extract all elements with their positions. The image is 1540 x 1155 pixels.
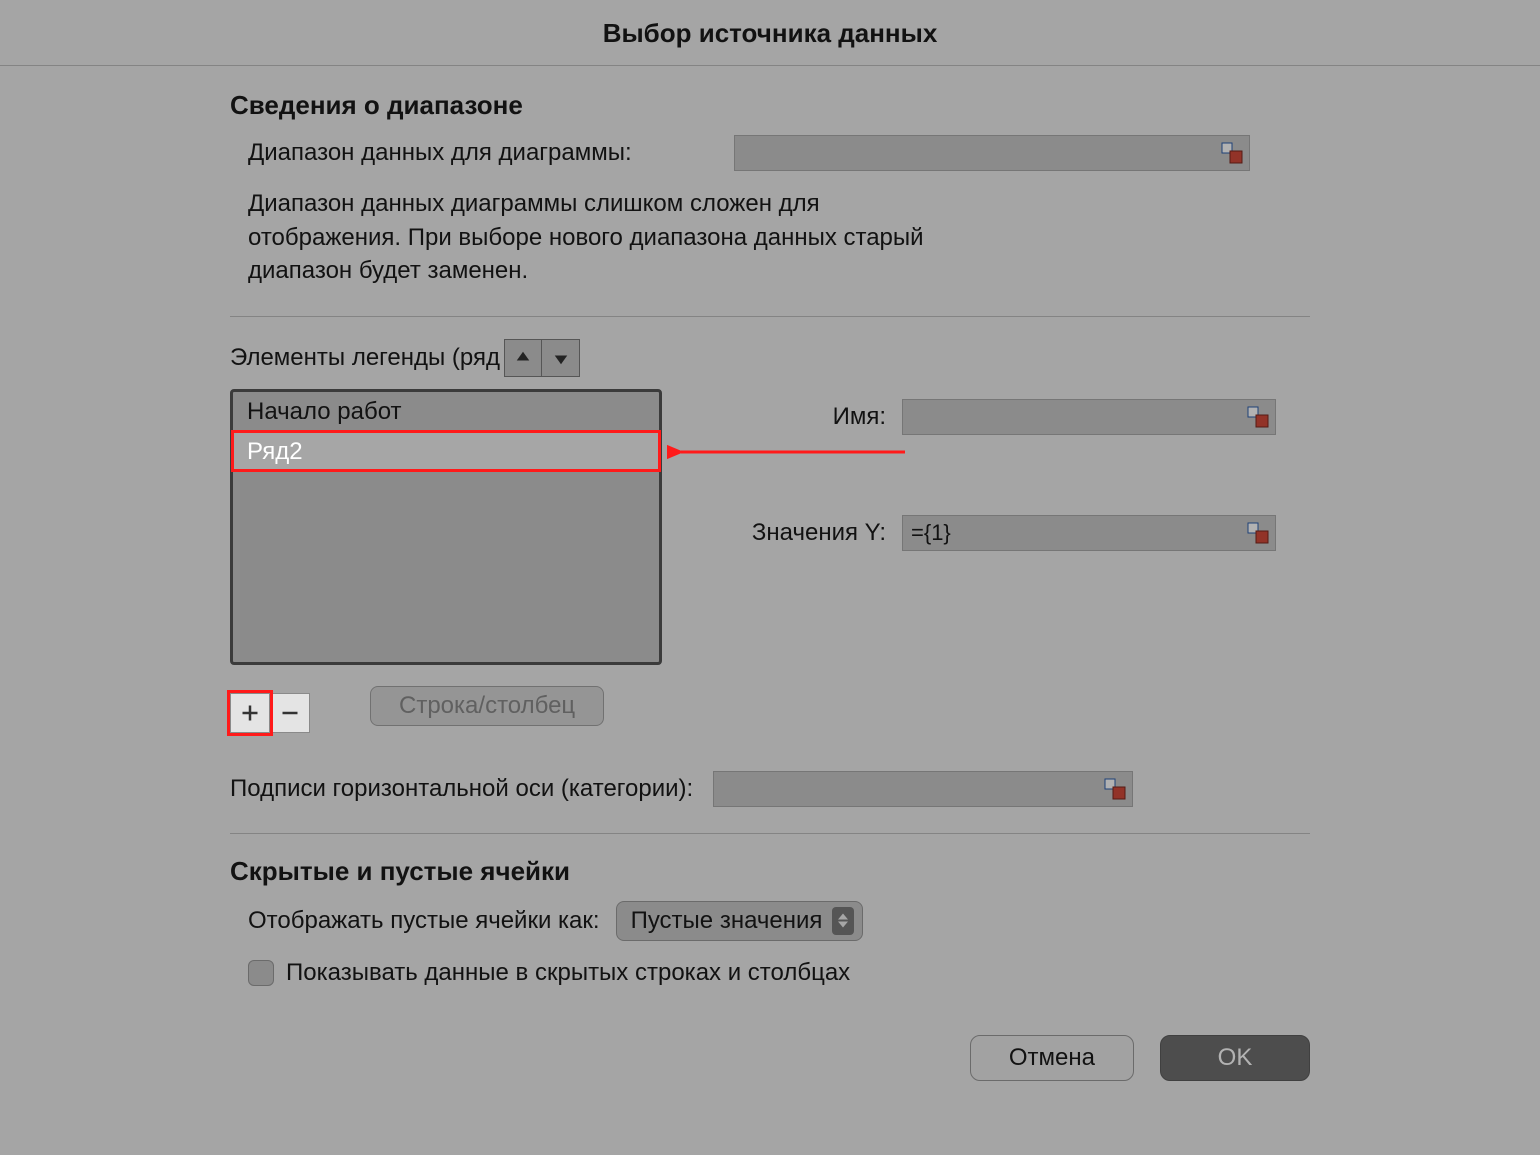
move-series-down-button[interactable] (542, 339, 580, 377)
divider (230, 833, 1310, 834)
chart-range-input[interactable] (734, 135, 1250, 171)
move-series-up-button[interactable] (504, 339, 542, 377)
range-note: Диапазон данных диаграммы слишком сложен… (248, 187, 948, 288)
empty-cells-label: Отображать пустые ячейки как: (248, 907, 600, 935)
empty-cells-selected: Пустые значения (631, 907, 823, 935)
empty-cells-dropdown[interactable]: Пустые значения (616, 901, 864, 941)
updown-icon (832, 907, 854, 935)
divider (0, 65, 1540, 66)
range-picker-icon[interactable] (1221, 142, 1243, 164)
hidden-empty-section: Скрытые и пустые ячейки Отображать пусты… (230, 856, 1310, 987)
series-y-value: ={1} (911, 520, 951, 546)
series-y-label: Значения Y: (726, 519, 886, 547)
range-picker-icon[interactable] (1247, 406, 1269, 428)
divider (230, 316, 1310, 317)
series-item-0[interactable]: Начало работ (233, 392, 659, 432)
dialog-title: Выбор источника данных (0, 0, 1540, 65)
legend-heading: Элементы легенды (ряд (230, 344, 500, 372)
range-section: Сведения о диапазоне Диапазон данных для… (230, 90, 1310, 288)
range-picker-icon[interactable] (1247, 522, 1269, 544)
series-item-1[interactable]: Ряд2 (233, 432, 659, 472)
add-series-button[interactable] (230, 693, 270, 733)
switch-row-column-button[interactable]: Строка/столбец (370, 686, 604, 726)
series-name-label: Имя: (726, 403, 886, 431)
series-y-input[interactable]: ={1} (902, 515, 1276, 551)
dialog-footer: Отмена OK (230, 987, 1310, 1081)
range-picker-icon[interactable] (1104, 778, 1126, 800)
ok-button[interactable]: OK (1160, 1035, 1310, 1081)
series-name-input[interactable] (902, 399, 1276, 435)
chart-range-label: Диапазон данных для диаграммы: (248, 139, 718, 167)
axis-labels-input[interactable] (713, 771, 1133, 807)
cancel-button[interactable]: Отмена (970, 1035, 1134, 1081)
show-hidden-checkbox[interactable] (248, 960, 274, 986)
range-heading: Сведения о диапазоне (230, 90, 1310, 121)
legend-section: Элементы легенды (ряд Начало работ Ряд2 (230, 339, 1310, 807)
hidden-empty-heading: Скрытые и пустые ячейки (230, 856, 1310, 887)
axis-labels-label: Подписи горизонтальной оси (категории): (230, 775, 693, 803)
remove-series-button[interactable] (270, 693, 310, 733)
series-listbox[interactable]: Начало работ Ряд2 (230, 389, 662, 665)
show-hidden-label: Показывать данные в скрытых строках и ст… (286, 959, 850, 987)
select-data-source-dialog: Выбор источника данных Сведения о диапаз… (0, 0, 1540, 1155)
